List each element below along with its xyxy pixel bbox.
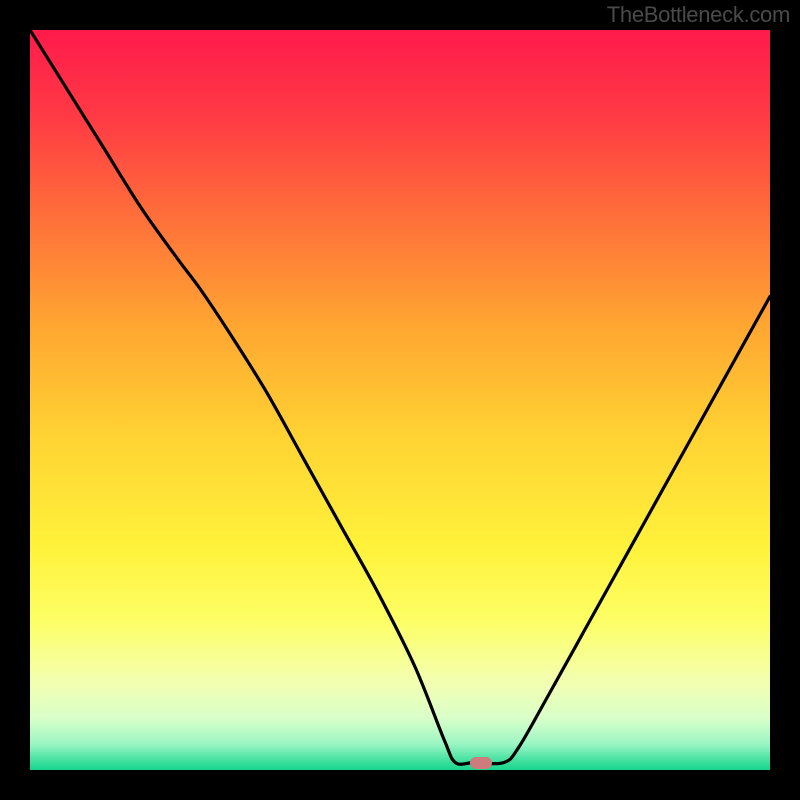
chart-frame: TheBottleneck.com [0,0,800,800]
gradient-bg [30,30,770,770]
optimum-marker [470,757,492,769]
watermark-text: TheBottleneck.com [607,2,790,28]
bottleneck-plot [30,30,770,770]
